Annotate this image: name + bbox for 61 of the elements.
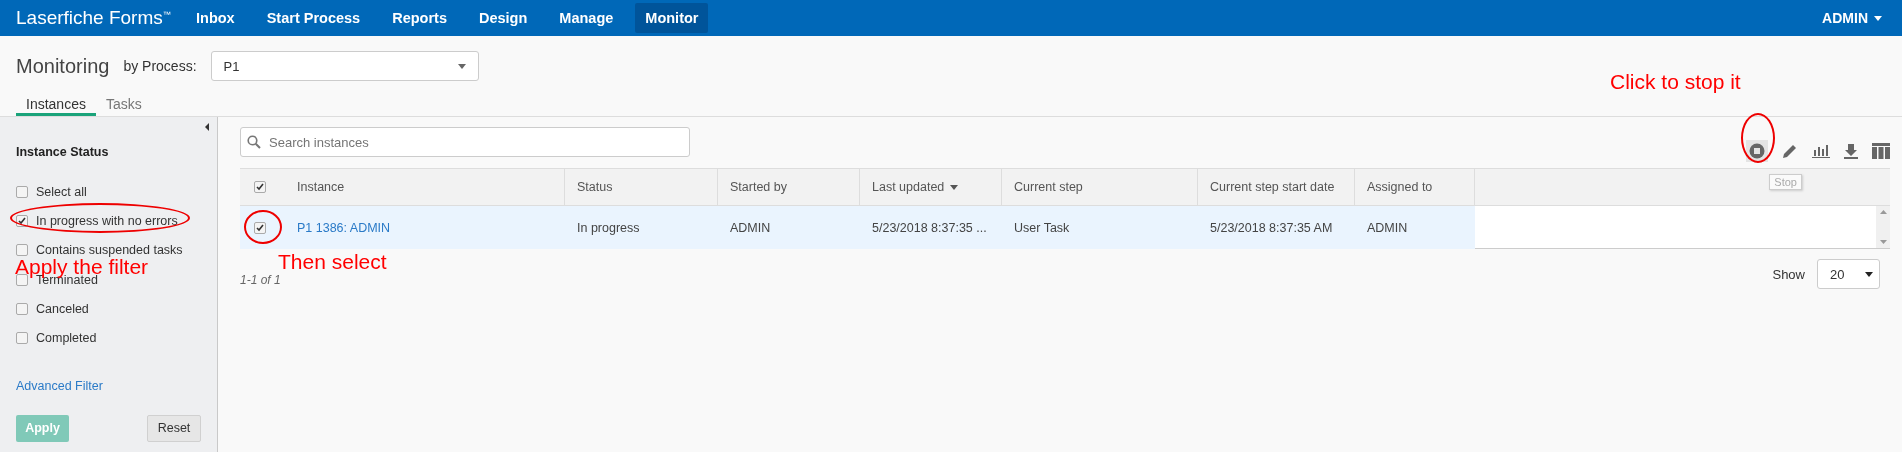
- page-title: Monitoring: [16, 54, 110, 78]
- column-header[interactable]: Instance: [297, 180, 345, 194]
- column-header[interactable]: Last updated: [872, 180, 945, 194]
- page-size-label: Show: [1772, 266, 1805, 282]
- user-menu[interactable]: ADMIN: [1822, 10, 1868, 26]
- nav-link[interactable]: Manage: [549, 3, 624, 33]
- bar-chart-icon[interactable]: [1812, 144, 1830, 158]
- app-logo[interactable]: Laserfiche Forms$^{™}$: [16, 7, 186, 29]
- annotation-text: Then select: [278, 250, 387, 274]
- filter-checkbox[interactable]: [16, 302, 28, 315]
- row-checkbox[interactable]: [254, 221, 266, 234]
- filter-label: In progress with no errors: [36, 213, 178, 228]
- tab[interactable]: Tasks: [95, 96, 152, 116]
- nav-link[interactable]: Monitor: [635, 3, 709, 33]
- scrollbar-drawing[interactable]: [1876, 206, 1890, 248]
- tooltip: Stop: [1769, 174, 1802, 190]
- filter-label: Contains suspended tasks: [36, 243, 183, 258]
- filter-heading: Instance Status: [16, 145, 110, 159]
- select-all-checkbox[interactable]: [254, 181, 266, 193]
- filter-label: Select all: [36, 184, 87, 199]
- filter-checkbox[interactable]: [16, 185, 28, 198]
- instance-link[interactable]: P1 1386: ADMIN: [297, 220, 391, 235]
- filter-label: Completed: [36, 331, 97, 346]
- annotation-ellipse: [1741, 113, 1775, 163]
- process-select[interactable]: P1: [210, 51, 479, 81]
- search-box[interactable]: Search instances: [240, 127, 690, 157]
- process-label: by Process:: [123, 58, 197, 74]
- nav-link[interactable]: Design: [468, 3, 538, 33]
- download-icon[interactable]: [1844, 143, 1858, 159]
- search-field[interactable]: Search instances: [267, 133, 683, 151]
- nav-link[interactable]: Inbox: [186, 3, 245, 33]
- stop-button[interactable]: [1746, 140, 1768, 162]
- advanced-filter-link[interactable]: Advanced Filter: [16, 378, 103, 393]
- table-cell: ADMIN: [730, 220, 771, 235]
- pencil-icon[interactable]: [1782, 143, 1798, 159]
- collapse-icon[interactable]: [205, 123, 209, 131]
- nav-link[interactable]: Start Process: [256, 3, 371, 33]
- annotation-text: Click to stop it: [1610, 70, 1741, 94]
- sort-caret-icon: [950, 184, 959, 190]
- filter-checkbox[interactable]: [16, 244, 28, 257]
- column-header[interactable]: Current step: [1014, 180, 1083, 194]
- caret-icon: [1865, 271, 1873, 277]
- caret-icon: [457, 63, 466, 69]
- column-header[interactable]: Status: [577, 180, 613, 194]
- page-size-select[interactable]: 20: [1817, 259, 1880, 289]
- table-cell: User Task: [1014, 220, 1070, 235]
- filter-checkbox[interactable]: [16, 214, 28, 227]
- search-icon: [247, 135, 261, 149]
- caret-icon: [1874, 15, 1882, 21]
- filter-checkbox[interactable]: [16, 332, 28, 345]
- filter-label: Canceled: [36, 301, 89, 316]
- annotation-ellipse: [244, 210, 282, 244]
- table-cell: 5/23/2018 8:37:35 AM: [1210, 220, 1333, 235]
- column-header[interactable]: Started by: [730, 180, 787, 194]
- result-count: 1-1 of 1: [240, 273, 281, 287]
- nav-link[interactable]: Reports: [382, 3, 457, 33]
- table-cell: ADMIN: [1367, 220, 1408, 235]
- reset-button[interactable]: Reset: [147, 414, 201, 442]
- columns-icon[interactable]: [1872, 143, 1890, 159]
- table-cell: 5/23/2018 8:37:35 ...: [872, 220, 987, 235]
- table-cell: In progress: [577, 220, 640, 235]
